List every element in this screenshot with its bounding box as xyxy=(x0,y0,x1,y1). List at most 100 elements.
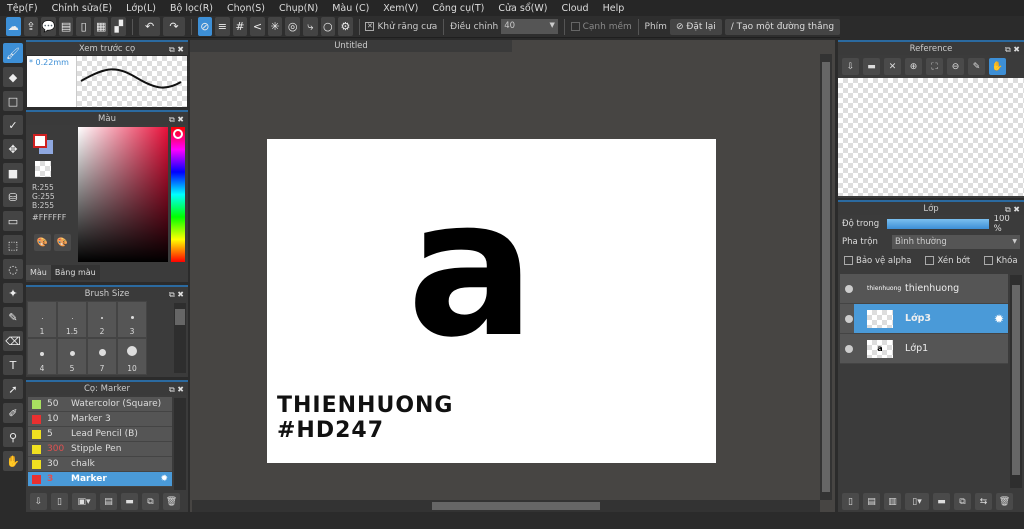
zoom-out-icon[interactable]: ⊖ xyxy=(947,58,964,75)
document-tab[interactable]: Untitled xyxy=(190,40,512,52)
text-tool-icon[interactable]: T xyxy=(3,355,23,375)
brush-size-option[interactable]: 7 xyxy=(87,338,117,375)
brush-size-option[interactable]: 1 xyxy=(27,301,57,338)
page-icon[interactable]: ▯ xyxy=(76,17,91,36)
brush-item[interactable]: 3 Marker ✹ xyxy=(28,472,172,487)
panel-icon[interactable]: ▦ xyxy=(93,17,109,36)
magic-wand-tool-icon[interactable]: ✦ xyxy=(3,283,23,303)
hue-handle[interactable] xyxy=(173,129,183,139)
fit-icon[interactable]: ⛶ xyxy=(926,58,943,75)
brush-size-option[interactable]: 5 xyxy=(57,338,87,375)
add-brush-menu-icon[interactable]: ▣▾ xyxy=(72,493,96,510)
menu-edit[interactable]: Chỉnh sửa(E) xyxy=(45,3,120,14)
visibility-icon[interactable] xyxy=(845,284,853,293)
grid-snap-icon[interactable]: # xyxy=(232,17,248,36)
frame-icon[interactable]: ▞ xyxy=(111,17,127,36)
eraser-tool-icon[interactable]: ◆ xyxy=(3,67,23,87)
straight-line-button[interactable]: / Tạo một đường thẳng xyxy=(724,18,841,35)
brush-item[interactable]: 50 Watercolor (Square) xyxy=(28,397,172,412)
scrollbar[interactable] xyxy=(1010,275,1022,488)
gradient-tool-icon[interactable]: ▭ xyxy=(3,211,23,231)
divide-tool-icon[interactable]: ✐ xyxy=(3,403,23,423)
cloud-download-icon[interactable]: ⇩ xyxy=(842,58,859,75)
scrollbar-thumb[interactable] xyxy=(175,309,185,325)
parallel-snap-icon[interactable]: ≡ xyxy=(215,17,230,36)
trash-icon[interactable]: 🗑 xyxy=(163,493,180,510)
menu-snap[interactable]: Chụp(N) xyxy=(272,3,325,14)
brush-item[interactable]: 10 Marker 3 xyxy=(28,412,172,427)
concentric-snap-icon[interactable]: ◎ xyxy=(285,17,300,36)
open-folder-icon[interactable]: ▬ xyxy=(863,58,880,75)
menu-file[interactable]: Tệp(F) xyxy=(0,3,45,14)
gear-icon[interactable]: ✹ xyxy=(160,474,168,484)
brush-tool-icon[interactable]: 🖌 xyxy=(3,43,23,63)
curve-snap-icon[interactable]: ⤷ xyxy=(302,17,318,36)
layer-item-selected[interactable]: Lớp3 ✹ xyxy=(840,304,1008,334)
settings-icon[interactable]: ⚙ xyxy=(338,17,353,36)
antialias-checkbox[interactable]: ✕ Khử răng cưa xyxy=(365,21,437,32)
brush-size-option[interactable]: 3 xyxy=(117,301,147,338)
menu-color[interactable]: Màu (C) xyxy=(325,3,376,14)
hand-icon[interactable]: ✋ xyxy=(989,58,1006,75)
radial-snap-icon[interactable]: ✳ xyxy=(267,17,283,36)
new-halftone-layer-icon[interactable]: ▤ xyxy=(863,493,880,510)
text-bubble-icon[interactable]: ▤ xyxy=(58,17,74,36)
export-icon[interactable]: ⇪ xyxy=(23,17,39,36)
new-layer-icon[interactable]: ▯ xyxy=(842,493,859,510)
undo-icon[interactable]: ↶ xyxy=(138,17,161,36)
new-brush-icon[interactable]: ▯ xyxy=(51,493,68,510)
transparent-color-swatch[interactable] xyxy=(35,161,51,177)
close-icon[interactable]: ✕ xyxy=(884,58,901,75)
palette-icon[interactable]: 🎨 xyxy=(34,234,51,251)
hand-tool-icon[interactable]: ✋ xyxy=(3,451,23,471)
vertical-scrollbar[interactable] xyxy=(820,54,832,500)
menu-layer[interactable]: Lớp(L) xyxy=(119,3,163,14)
panel-controls-icon[interactable]: ⧉ ✖ xyxy=(169,112,184,127)
protect-alpha-checkbox[interactable]: Bảo vệ alpha xyxy=(844,256,911,266)
reset-button[interactable]: ⊘ Đặt lại xyxy=(669,18,722,35)
layer-item[interactable]: a Lớp1 xyxy=(840,334,1008,364)
circle-snap-icon[interactable]: ○ xyxy=(320,17,336,36)
gear-icon[interactable]: ✹ xyxy=(994,312,1004,326)
panel-controls-icon[interactable]: ⧉ ✖ xyxy=(169,287,184,302)
menu-help[interactable]: Help xyxy=(596,3,632,14)
dot-tool-icon[interactable]: □ xyxy=(3,91,23,111)
merge-layer-icon[interactable]: ⇆ xyxy=(975,493,992,510)
panel-controls-icon[interactable]: ⧉ ✖ xyxy=(1005,42,1020,57)
palette-settings-icon[interactable]: 🎨 xyxy=(54,234,71,251)
perspective-snap-icon[interactable]: < xyxy=(250,17,265,36)
brush-item[interactable]: 5 Lead Pencil (B) xyxy=(28,427,172,442)
add-layer-menu-icon[interactable]: ▯▾ xyxy=(905,493,929,510)
scrollbar-thumb[interactable] xyxy=(822,62,830,492)
blend-select[interactable]: Bình thường ▼ xyxy=(892,235,1020,249)
menu-filter[interactable]: Bộ lọc(R) xyxy=(163,3,220,14)
snap-off-icon[interactable]: ⊘ xyxy=(197,17,213,36)
lasso-tool-icon[interactable]: ◌ xyxy=(3,259,23,279)
operation-tool-icon[interactable]: ➚ xyxy=(3,379,23,399)
panel-controls-icon[interactable]: ⧉ ✖ xyxy=(169,382,184,397)
brush-item[interactable]: 300 Stipple Pen xyxy=(28,442,172,457)
menu-window[interactable]: Cửa sổ(W) xyxy=(491,3,554,14)
move-tool-icon[interactable]: ✥ xyxy=(3,139,23,159)
reference-view[interactable] xyxy=(838,78,1024,196)
speech-bubble-icon[interactable]: 💬 xyxy=(41,17,56,36)
adjust-select[interactable]: 40 ▼ xyxy=(501,19,558,34)
scrollbar[interactable] xyxy=(174,398,186,490)
rect-select-tool-icon[interactable]: ⬚ xyxy=(3,235,23,255)
saturation-value-picker[interactable] xyxy=(78,127,168,262)
redo-icon[interactable]: ↷ xyxy=(163,17,185,36)
layer-item[interactable]: thienhuong thienhuong xyxy=(840,274,1008,304)
brush-size-option[interactable]: 1.5 xyxy=(57,301,87,338)
select-pen-tool-icon[interactable]: ✓ xyxy=(3,115,23,135)
fill-rect-tool-icon[interactable]: ■ xyxy=(3,163,23,183)
trash-icon[interactable]: 🗑 xyxy=(996,493,1013,510)
brush-settings-icon[interactable]: ▤ xyxy=(100,493,117,510)
panel-controls-icon[interactable]: ⧉ ✖ xyxy=(1005,202,1020,217)
brush-item[interactable]: 30 chalk xyxy=(28,457,172,472)
panel-controls-icon[interactable]: ⧉ ✖ xyxy=(169,42,184,57)
menu-select[interactable]: Chọn(S) xyxy=(220,3,272,14)
scrollbar-thumb[interactable] xyxy=(432,502,600,510)
tab-color[interactable]: Màu xyxy=(26,265,51,280)
menu-cloud[interactable]: Cloud xyxy=(554,3,595,14)
visibility-icon[interactable] xyxy=(845,314,853,323)
